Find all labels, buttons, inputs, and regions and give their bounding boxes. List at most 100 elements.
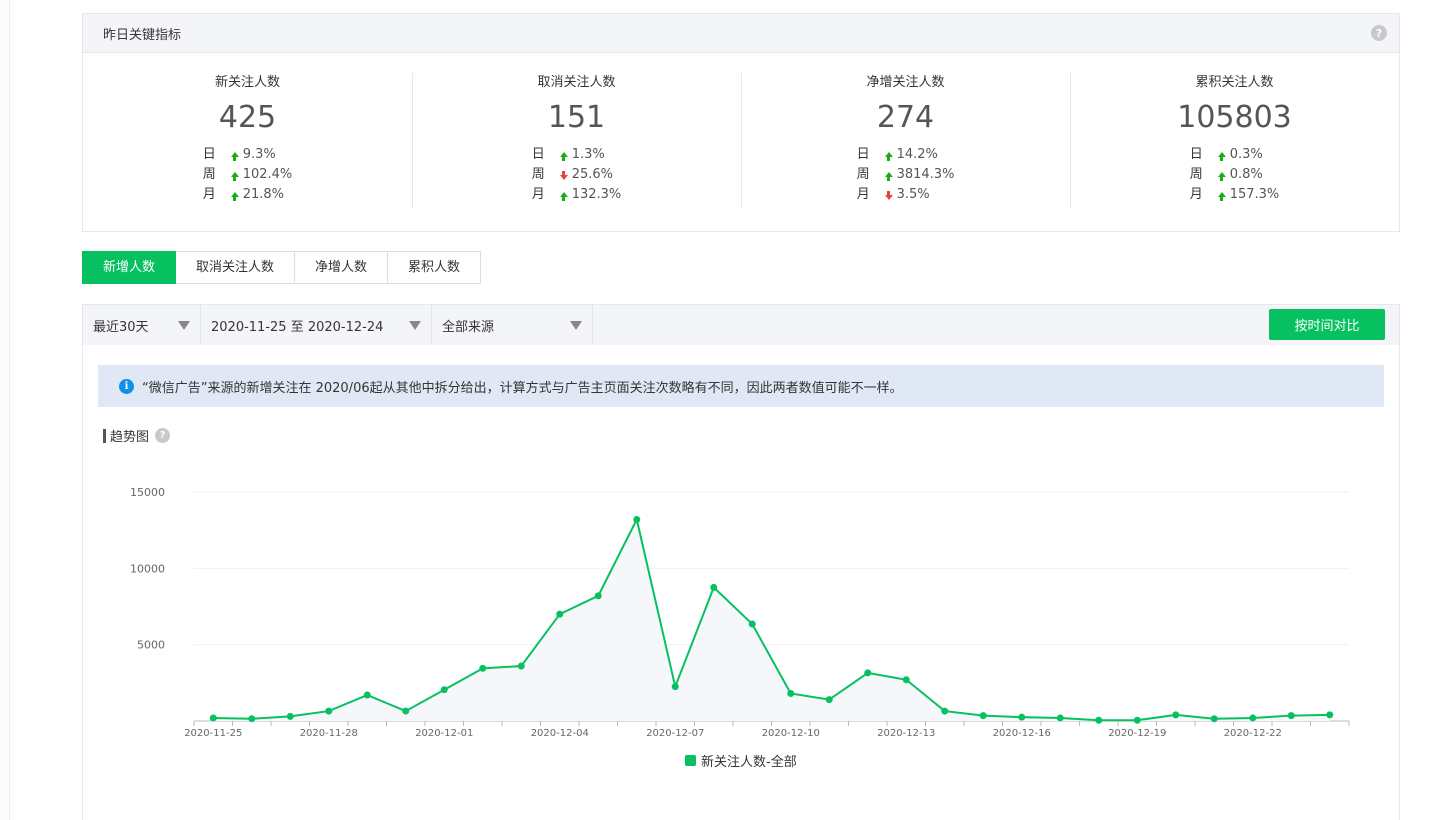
metric-net-followers: 净增关注人数 274 日 14.2% 周 3814.3% 月 3.5% [741,73,1070,232]
help-icon[interactable]: ? [155,428,171,443]
change-value: 102.4% [242,167,293,182]
x-tick-label: 2020-12-13 [877,728,935,739]
x-tick-label: 2020-12-01 [415,728,473,739]
series-area [213,519,1330,721]
change-period: 周 [1189,167,1203,182]
arrow-up-icon [1217,171,1226,181]
chart-legend[interactable]: 新关注人数-全部 [685,751,797,770]
metrics-row: 新关注人数 425 日 9.3% 周 102.4% 月 21.8% 取消关注人数 15… [83,53,1399,232]
metric-value: 105803 [1177,100,1292,135]
data-point [633,515,641,523]
change-row-month: 月 132.3% [532,185,622,205]
change-value: 132.3% [571,187,622,202]
data-point [248,715,256,723]
arrow-down-icon [884,190,893,200]
x-tick-label: 2020-11-25 [184,728,242,739]
help-icon[interactable]: ? [1371,25,1387,41]
metric-label: 取消关注人数 [537,75,616,90]
change-period: 周 [856,167,870,182]
data-point [979,712,987,720]
data-point [1133,716,1141,724]
change-row-day: 日 0.3% [1190,145,1280,165]
metric-changes: 日 0.3% 周 0.8% 月 157.3% [1190,145,1280,205]
change-period: 月 [531,187,545,202]
range-select-value: 最近30天 [93,319,149,335]
change-period: 周 [202,167,216,182]
metric-value: 425 [218,100,277,135]
change-period: 日 [856,147,870,162]
x-tick-label: 2020-12-19 [1108,728,1166,739]
source-select[interactable]: 全部来源 [432,305,593,345]
data-point [902,676,910,684]
data-point [517,662,525,670]
change-value: 0.8% [1229,167,1263,182]
tab-total-followers[interactable]: 累积人数 [388,251,482,284]
legend-swatch [685,755,696,766]
key-metrics-title: 昨日关键指标 [103,27,182,43]
date-range-picker[interactable]: 2020-11-25 至 2020-12-24 [201,305,432,345]
data-point [825,696,833,704]
x-tick-label: 2020-12-07 [646,728,704,739]
change-period: 周 [531,167,545,182]
tab-net-followers[interactable]: 净增人数 [295,251,389,284]
change-row-week: 周 25.6% [532,165,622,185]
change-row-day: 日 9.3% [203,145,293,165]
metric-unfollows: 取消关注人数 151 日 1.3% 周 25.6% 月 132.3% [412,73,741,232]
metric-changes: 日 1.3% 周 25.6% 月 132.3% [532,145,622,205]
data-point [286,712,294,720]
trend-chart: 5000 10000 15000 2020-11-25 2020-11-28 2020-1… [130,486,1350,739]
y-tick-label: 15000 [130,486,165,499]
tab-new-followers[interactable]: 新增人数 [82,251,177,284]
change-period: 日 [202,147,216,162]
arrow-up-icon [230,151,239,161]
arrow-up-icon [559,191,568,201]
data-point [363,691,371,699]
legend-label: 新关注人数-全部 [701,755,797,770]
trend-panel: 最近30天 2020-11-25 至 2020-12-24 全部来源 按时间对比… [82,304,1400,820]
date-range-value: 2020-11-25 至 2020-12-24 [211,319,384,335]
change-period: 日 [1189,147,1203,162]
data-point [787,690,795,698]
y-tick-label: 5000 [137,639,165,652]
data-point [1249,714,1257,722]
change-period: 月 [856,187,870,202]
metric-tabs: 新增人数 取消关注人数 净增人数 累积人数 [82,251,482,284]
data-point [1056,714,1064,722]
change-row-month: 月 157.3% [1190,185,1280,205]
metric-total-followers: 累积关注人数 105803 日 0.3% 周 0.8% 月 157.3% [1070,73,1399,232]
y-tick-label: 10000 [130,562,165,575]
data-point [1326,711,1334,719]
change-value: 25.6% [571,167,614,182]
source-select-value: 全部来源 [442,319,495,335]
arrow-up-icon [559,151,568,161]
data-point [440,686,448,694]
change-period: 日 [531,147,545,162]
arrow-up-icon [230,191,239,201]
data-point [1095,716,1103,724]
data-point [209,714,217,722]
arrow-down-icon [559,170,568,180]
tab-unfollows[interactable]: 取消关注人数 [176,251,296,284]
notice-text: “微信广告”来源的新增关注在 2020/06起从其他中拆分给出，计算方式与广告主… [142,380,903,396]
metric-label: 净增关注人数 [866,75,945,90]
metric-label: 新关注人数 [214,75,280,90]
change-value: 21.8% [242,187,285,202]
x-tick-label: 2020-12-22 [1224,728,1282,739]
compare-by-time-button[interactable]: 按时间对比 [1269,309,1385,340]
trend-title-text: 趋势图 [110,430,150,445]
change-value: 0.3% [1229,147,1263,162]
data-point [671,683,679,691]
change-row-week: 周 102.4% [203,165,293,185]
x-tick-label: 2020-12-04 [531,728,589,739]
range-select[interactable]: 最近30天 [83,305,201,345]
change-row-day: 日 1.3% [532,145,622,165]
notice-banner: i “微信广告”来源的新增关注在 2020/06起从其他中拆分给出，计算方式与广… [98,365,1384,407]
change-row-week: 周 0.8% [1190,165,1280,185]
arrow-up-icon [884,151,893,161]
chevron-down-icon [570,320,582,330]
key-metrics-header: 昨日关键指标 ? [83,14,1399,53]
data-point [748,620,756,628]
data-point [1287,712,1295,720]
data-point [594,592,602,600]
x-tick-label: 2020-11-28 [300,728,358,739]
